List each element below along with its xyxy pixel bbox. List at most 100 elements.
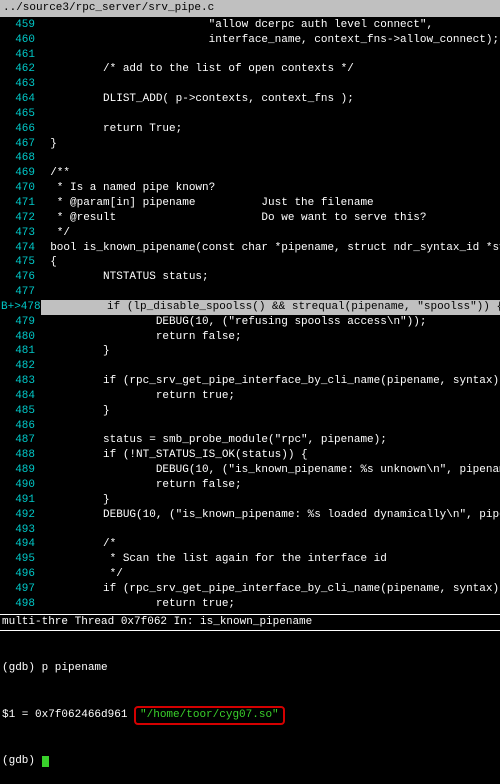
code-line[interactable]: 485 } — [1, 404, 500, 419]
line-number: 468 — [1, 151, 37, 166]
code-text: return true; — [37, 597, 500, 612]
code-line[interactable]: 498 return true; — [1, 597, 500, 612]
line-number: 472 — [1, 211, 37, 226]
gdb-command: p pipename — [42, 662, 108, 674]
code-text: if (rpc_srv_get_pipe_interface_by_cli_na… — [37, 374, 500, 389]
code-line[interactable]: 487 status = smb_probe_module("rpc", pip… — [1, 433, 500, 448]
line-number: 464 — [1, 92, 37, 107]
code-line[interactable]: 473 */ — [1, 226, 500, 241]
line-number: 487 — [1, 433, 37, 448]
line-number: 479 — [1, 315, 37, 330]
code-line[interactable]: 468 — [1, 151, 500, 166]
code-line[interactable]: 484 return true; — [1, 389, 500, 404]
code-line[interactable]: B+>478 if (lp_disable_spoolss() && streq… — [1, 300, 500, 315]
code-line[interactable]: 460 interface_name, context_fns->allow_c… — [1, 33, 500, 48]
code-text: /* — [37, 537, 500, 552]
code-text — [37, 359, 500, 374]
line-number: 490 — [1, 478, 37, 493]
line-number: 477 — [1, 285, 37, 300]
code-line[interactable]: 474 bool is_known_pipename(const char *p… — [1, 241, 500, 256]
gdb-prompt: (gdb) — [2, 755, 42, 767]
code-line[interactable]: 481 } — [1, 344, 500, 359]
line-number: 465 — [1, 107, 37, 122]
line-number: 480 — [1, 330, 37, 345]
line-number: 492 — [1, 508, 37, 523]
line-number: 498 — [1, 597, 37, 612]
code-line[interactable]: 470 * Is a named pipe known? — [1, 181, 500, 196]
line-number: 467 — [1, 137, 37, 152]
code-line[interactable]: 488 if (!NT_STATUS_IS_OK(status)) { — [1, 448, 500, 463]
code-line[interactable]: 495 * Scan the list again for the interf… — [1, 552, 500, 567]
line-number: 494 — [1, 537, 37, 552]
gdb-line: (gdb) p pipename — [2, 661, 498, 676]
code-line[interactable]: 464 DLIST_ADD( p->contexts, context_fns … — [1, 92, 500, 107]
code-line[interactable]: 482 — [1, 359, 500, 374]
code-line[interactable]: 472 * @result Do we want to serve this? — [1, 211, 500, 226]
line-number: 460 — [1, 33, 37, 48]
line-number: 471 — [1, 196, 37, 211]
code-line[interactable]: 490 return false; — [1, 478, 500, 493]
code-line[interactable]: 465 — [1, 107, 500, 122]
code-text: { — [37, 255, 500, 270]
code-text — [37, 107, 500, 122]
code-text: NTSTATUS status; — [37, 270, 500, 285]
thread-status: multi-thre Thread 0x7f062 In: is_known_p… — [0, 615, 500, 630]
line-number: 486 — [1, 419, 37, 434]
code-line[interactable]: 491 } — [1, 493, 500, 508]
code-line[interactable]: 459 "allow dcerpc auth level connect", — [1, 18, 500, 33]
line-number: 488 — [1, 448, 37, 463]
code-text — [37, 285, 500, 300]
gdb-console[interactable]: (gdb) p pipename $1 = 0x7f062466d961 "/h… — [0, 631, 500, 783]
code-line[interactable]: 493 — [1, 523, 500, 538]
line-number: 484 — [1, 389, 37, 404]
code-text: /** — [37, 166, 500, 181]
code-line[interactable]: 462 /* add to the list of open contexts … — [1, 62, 500, 77]
line-number: 485 — [1, 404, 37, 419]
code-line[interactable]: 471 * @param[in] pipename Just the filen… — [1, 196, 500, 211]
line-number: 463 — [1, 77, 37, 92]
code-line[interactable]: 486 — [1, 419, 500, 434]
line-number: 489 — [1, 463, 37, 478]
code-line[interactable]: 477 — [1, 285, 500, 300]
code-text: } — [37, 344, 500, 359]
line-number: 473 — [1, 226, 37, 241]
code-text: * @param[in] pipename Just the filename — [37, 196, 500, 211]
code-line[interactable]: 480 return false; — [1, 330, 500, 345]
code-line[interactable]: 483 if (rpc_srv_get_pipe_interface_by_cl… — [1, 374, 500, 389]
code-line[interactable]: 461 — [1, 48, 500, 63]
code-line[interactable]: 475 { — [1, 255, 500, 270]
code-text: "allow dcerpc auth level connect", — [37, 18, 500, 33]
code-line[interactable]: 467 } — [1, 137, 500, 152]
line-number: 462 — [1, 62, 37, 77]
code-line[interactable]: 497 if (rpc_srv_get_pipe_interface_by_cl… — [1, 582, 500, 597]
code-line[interactable]: 494 /* — [1, 537, 500, 552]
code-text: DEBUG(10, ("is_known_pipename: %s loaded… — [37, 508, 500, 523]
code-text — [37, 419, 500, 434]
cursor[interactable] — [42, 756, 49, 767]
code-line[interactable]: 476 NTSTATUS status; — [1, 270, 500, 285]
code-text — [37, 48, 500, 63]
line-number: 466 — [1, 122, 37, 137]
line-number: 470 — [1, 181, 37, 196]
line-number: 496 — [1, 567, 37, 582]
code-line[interactable]: 492 DEBUG(10, ("is_known_pipename: %s lo… — [1, 508, 500, 523]
code-line[interactable]: 466 return True; — [1, 122, 500, 137]
code-text — [37, 523, 500, 538]
code-line[interactable]: 463 — [1, 77, 500, 92]
code-line[interactable]: 489 DEBUG(10, ("is_known_pipename: %s un… — [1, 463, 500, 478]
gdb-output-line: $1 = 0x7f062466d961 "/home/toor/cyg07.so… — [2, 706, 498, 725]
source-editor[interactable]: 459 "allow dcerpc auth level connect",46… — [0, 17, 500, 613]
line-number: 497 — [1, 582, 37, 597]
line-number: 493 — [1, 523, 37, 538]
code-text: if (lp_disable_spoolss() && strequal(pip… — [41, 300, 500, 315]
code-text — [37, 151, 500, 166]
line-number: 481 — [1, 344, 37, 359]
gdb-line: (gdb) — [2, 754, 498, 769]
code-text: return false; — [37, 330, 500, 345]
code-text: * Scan the list again for the interface … — [37, 552, 500, 567]
code-line[interactable]: 469 /** — [1, 166, 500, 181]
code-line[interactable]: 479 DEBUG(10, ("refusing spoolss access\… — [1, 315, 500, 330]
code-line[interactable]: 496 */ — [1, 567, 500, 582]
code-text: * @result Do we want to serve this? — [37, 211, 500, 226]
line-number: 459 — [1, 18, 37, 33]
